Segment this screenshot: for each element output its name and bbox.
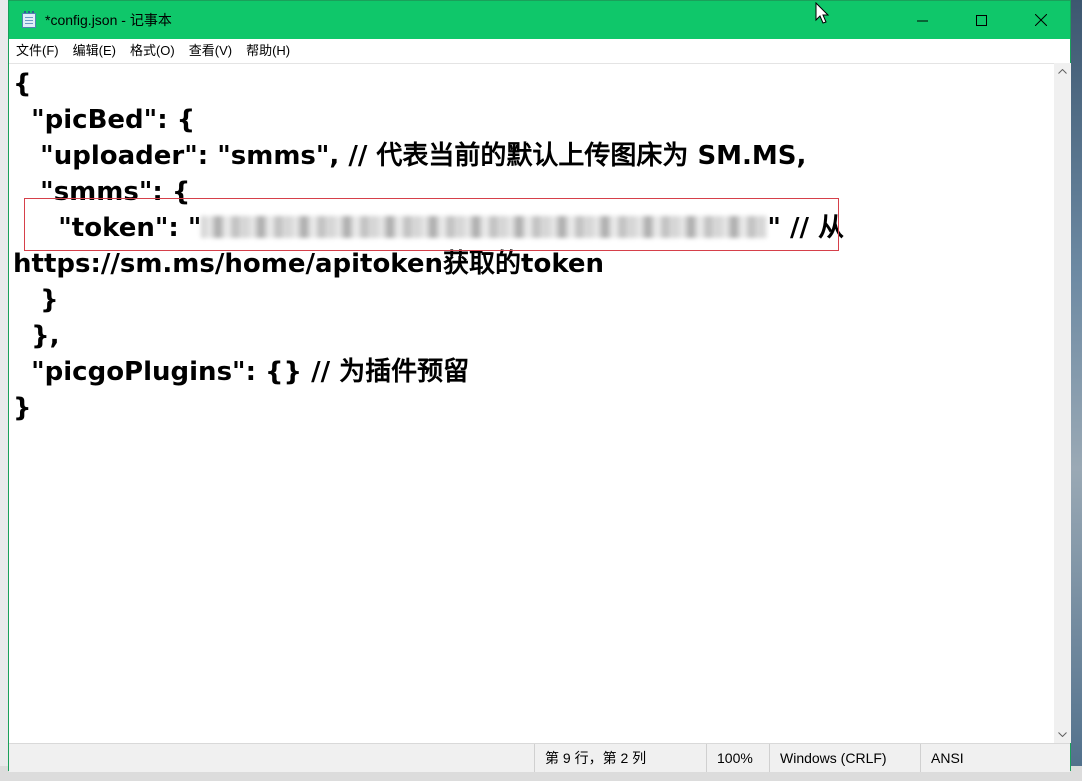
notepad-window: *config.json - 记事本 文件(F) 编辑(E) 格式(O) 查看(… [8, 0, 1071, 772]
chevron-down-icon [1058, 732, 1067, 737]
status-bar: 第 9 行，第 2 列 100% Windows (CRLF) ANSI [9, 743, 1070, 772]
scroll-up-arrow[interactable] [1054, 63, 1071, 80]
zoom-level: 100% [706, 744, 753, 772]
code-line-2: "picBed": { [13, 105, 196, 135]
code-line-3: "uploader": "smms", // 代表当前的默认上传图床为 SM.M… [13, 141, 807, 171]
menu-bar: 文件(F) 编辑(E) 格式(O) 查看(V) 帮助(H) [9, 39, 1070, 63]
menu-view[interactable]: 查看(V) [182, 39, 239, 63]
code-line-8: }, [13, 321, 60, 351]
window-title: *config.json - 记事本 [45, 12, 172, 28]
highlight-box [24, 198, 839, 251]
notepad-icon [21, 11, 37, 29]
menu-help[interactable]: 帮助(H) [239, 39, 297, 63]
menu-edit[interactable]: 编辑(E) [66, 39, 123, 63]
cursor-position: 第 9 行，第 2 列 [534, 744, 646, 772]
minimize-button[interactable] [893, 1, 952, 39]
menu-format[interactable]: 格式(O) [123, 39, 182, 63]
close-button[interactable] [1011, 1, 1070, 39]
scroll-down-arrow[interactable] [1054, 726, 1071, 743]
maximize-button[interactable] [952, 1, 1011, 39]
maximize-icon [976, 14, 987, 26]
desktop-right-edge [1071, 0, 1082, 781]
title-bar[interactable]: *config.json - 记事本 [9, 1, 1070, 39]
menu-file[interactable]: 文件(F) [9, 39, 66, 63]
close-icon [1034, 14, 1047, 26]
vertical-scrollbar[interactable] [1054, 63, 1071, 743]
code-line-9: "picgoPlugins": {} // 为插件预留 [13, 357, 470, 387]
text-editor[interactable]: { "picBed": { "uploader": "smms", // 代表当… [9, 63, 1054, 744]
minimize-icon [917, 20, 928, 21]
window-controls [893, 1, 1070, 39]
code-line-1: { [13, 69, 32, 99]
chevron-up-icon [1058, 69, 1067, 74]
code-line-10: } [13, 393, 32, 423]
code-line-7: } [13, 285, 59, 315]
code-line-6: https://sm.ms/home/apitoken获取的token [13, 249, 605, 279]
mouse-cursor-icon [815, 2, 830, 24]
line-ending: Windows (CRLF) [769, 744, 887, 772]
encoding: ANSI [920, 744, 964, 772]
